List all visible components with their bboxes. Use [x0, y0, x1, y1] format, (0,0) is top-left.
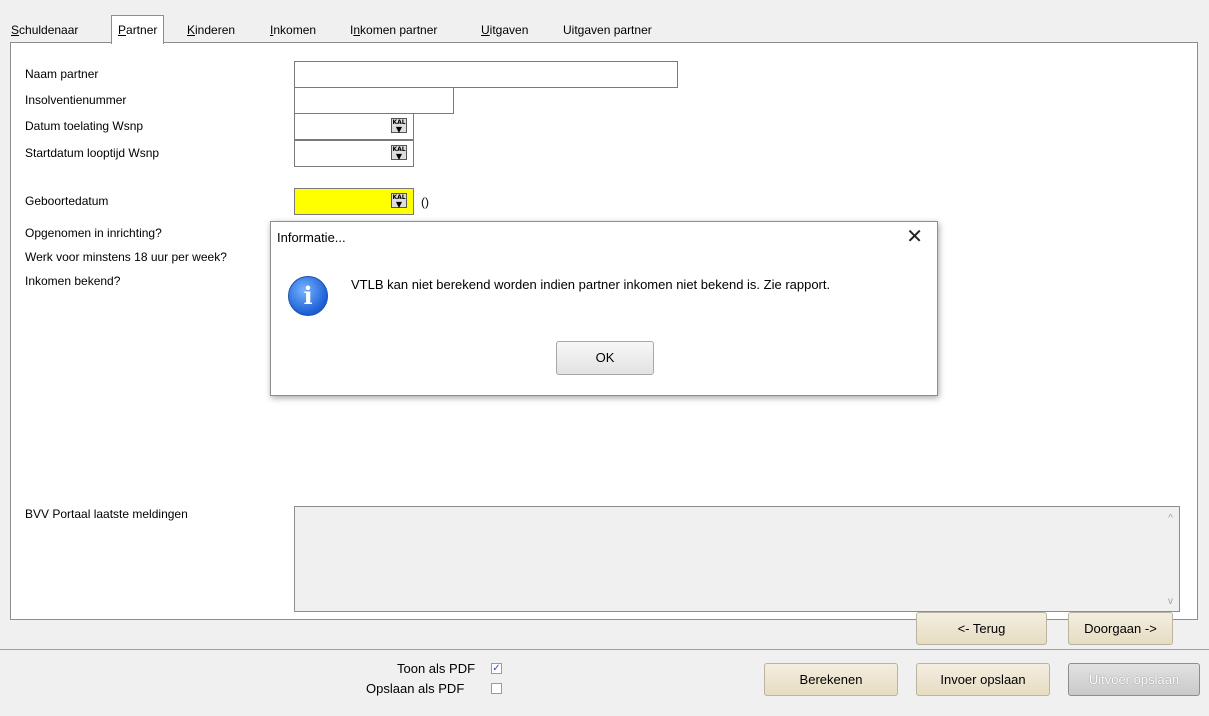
ok-button[interactable]: OK — [556, 341, 654, 375]
naam-partner-label: Naam partner — [25, 67, 99, 81]
werk-label: Werk voor minstens 18 uur per week? — [25, 250, 227, 264]
berekenen-button[interactable]: Berekenen — [764, 663, 898, 696]
toon-pdf-checkbox[interactable]: ✓ — [491, 663, 502, 674]
scroll-down-icon[interactable]: v — [1168, 596, 1173, 607]
close-icon[interactable]: ✕ — [906, 225, 923, 247]
tab-uitgaven[interactable]: Uitgaven — [481, 19, 528, 43]
information-dialog: Informatie... ✕ i VTLB kan niet berekend… — [270, 221, 938, 396]
dialog-message: VTLB kan niet berekend worden indien par… — [351, 277, 831, 292]
tab-partner[interactable]: Partner — [111, 15, 165, 44]
calendar-icon[interactable]: KAL ▼ — [391, 118, 407, 134]
tab-bar: Schuldenaar Partner Kinderen Inkomen Ink… — [0, 0, 1209, 44]
geboortedatum-label: Geboortedatum — [25, 194, 109, 208]
calendar-icon[interactable]: KAL ▼ — [391, 145, 407, 161]
tab-inkomen-partner[interactable]: Inkomen partner — [350, 19, 437, 43]
tab-kinderen[interactable]: Kinderen — [187, 19, 235, 43]
datum-toelating-label: Datum toelating Wsnp — [25, 119, 144, 133]
opgenomen-label: Opgenomen in inrichting? — [25, 226, 162, 240]
toon-pdf-label: Toon als PDF — [397, 661, 476, 676]
naam-partner-input[interactable] — [294, 61, 678, 88]
info-icon: i — [288, 276, 328, 316]
opslaan-pdf-label: Opslaan als PDF — [366, 681, 465, 696]
geboortedatum-suffix: () — [421, 195, 429, 209]
tab-inkomen[interactable]: Inkomen — [270, 19, 316, 43]
insolventienummer-input[interactable] — [294, 87, 454, 114]
uitvoer-opslaan-button: Uitvoer opslaan — [1068, 663, 1200, 696]
invoer-opslaan-button[interactable]: Invoer opslaan — [916, 663, 1050, 696]
startdatum-looptijd-label: Startdatum looptijd Wsnp — [25, 146, 160, 160]
opslaan-pdf-checkbox[interactable] — [491, 683, 502, 694]
calendar-icon[interactable]: KAL ▼ — [391, 193, 407, 209]
scroll-up-icon[interactable]: ^ — [1168, 513, 1173, 524]
back-button[interactable]: <- Terug — [916, 612, 1047, 645]
bvv-portaal-label: BVV Portaal laatste meldingen — [25, 507, 188, 521]
inkomen-bekend-label: Inkomen bekend? — [25, 274, 121, 288]
next-button[interactable]: Doorgaan -> — [1068, 612, 1173, 645]
dialog-title: Informatie... — [277, 230, 346, 245]
bvv-meldingen-textarea[interactable]: ^ v — [294, 506, 1180, 612]
insolventienummer-label: Insolventienummer — [25, 93, 127, 107]
tab-schuldenaar[interactable]: Schuldenaar — [11, 19, 78, 43]
tab-uitgaven-partner[interactable]: Uitgaven partner — [563, 19, 652, 43]
